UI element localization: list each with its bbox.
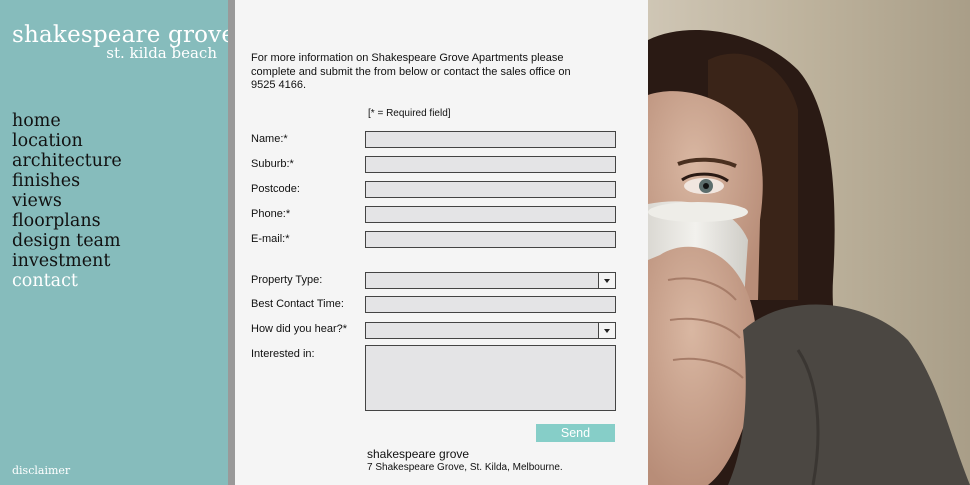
sidebar: shakespeare grove st. kilda beach home l… [0, 0, 235, 485]
main-nav: home location architecture finishes view… [12, 111, 122, 291]
sidebar-divider [228, 0, 235, 485]
interested-in-textarea[interactable] [365, 345, 616, 411]
footer-company-name: shakespeare grove [367, 447, 470, 461]
interested-in-label: Interested in: [251, 348, 315, 360]
postcode-label: Postcode: [251, 183, 300, 195]
required-field-note: [* = Required field] [368, 108, 451, 119]
how-heard-label: How did you hear?* [251, 323, 348, 335]
footer-address: 7 Shakespeare Grove, St. Kilda, Melbourn… [367, 462, 563, 473]
property-type-select[interactable] [365, 272, 616, 289]
property-type-label: Property Type: [251, 274, 323, 286]
nav-item-finishes[interactable]: finishes [12, 171, 122, 191]
nav-item-home[interactable]: home [12, 111, 122, 131]
email-label: E-mail:* [251, 233, 290, 245]
contact-time-label: Best Contact Time: [251, 298, 344, 310]
nav-item-location[interactable]: location [12, 131, 122, 151]
brand-subtitle: st. kilda beach [106, 44, 217, 62]
contact-time-field[interactable] [365, 296, 616, 313]
how-heard-select[interactable] [365, 322, 616, 339]
woman-with-cup-illustration [648, 0, 970, 485]
postcode-field[interactable] [365, 181, 616, 198]
name-field[interactable] [365, 131, 616, 148]
email-field[interactable] [365, 231, 616, 248]
disclaimer-link[interactable]: disclaimer [12, 464, 70, 477]
suburb-label: Suburb:* [251, 158, 294, 170]
phone-label: Phone:* [251, 208, 291, 220]
name-label: Name:* [251, 133, 288, 145]
hero-photo [648, 0, 970, 485]
nav-item-views[interactable]: views [12, 191, 122, 211]
nav-item-design-team[interactable]: design team [12, 231, 122, 251]
nav-item-investment[interactable]: investment [12, 251, 122, 271]
phone-field[interactable] [365, 206, 616, 223]
suburb-field[interactable] [365, 156, 616, 173]
nav-item-floorplans[interactable]: floorplans [12, 211, 122, 231]
chevron-down-icon[interactable] [598, 273, 615, 288]
send-button[interactable]: Send [536, 424, 615, 442]
chevron-down-icon[interactable] [598, 323, 615, 338]
form-intro-text: For more information on Shakespeare Grov… [251, 52, 571, 91]
contact-form: For more information on Shakespeare Grov… [235, 0, 648, 485]
nav-item-contact[interactable]: contact [12, 271, 122, 291]
nav-item-architecture[interactable]: architecture [12, 151, 122, 171]
